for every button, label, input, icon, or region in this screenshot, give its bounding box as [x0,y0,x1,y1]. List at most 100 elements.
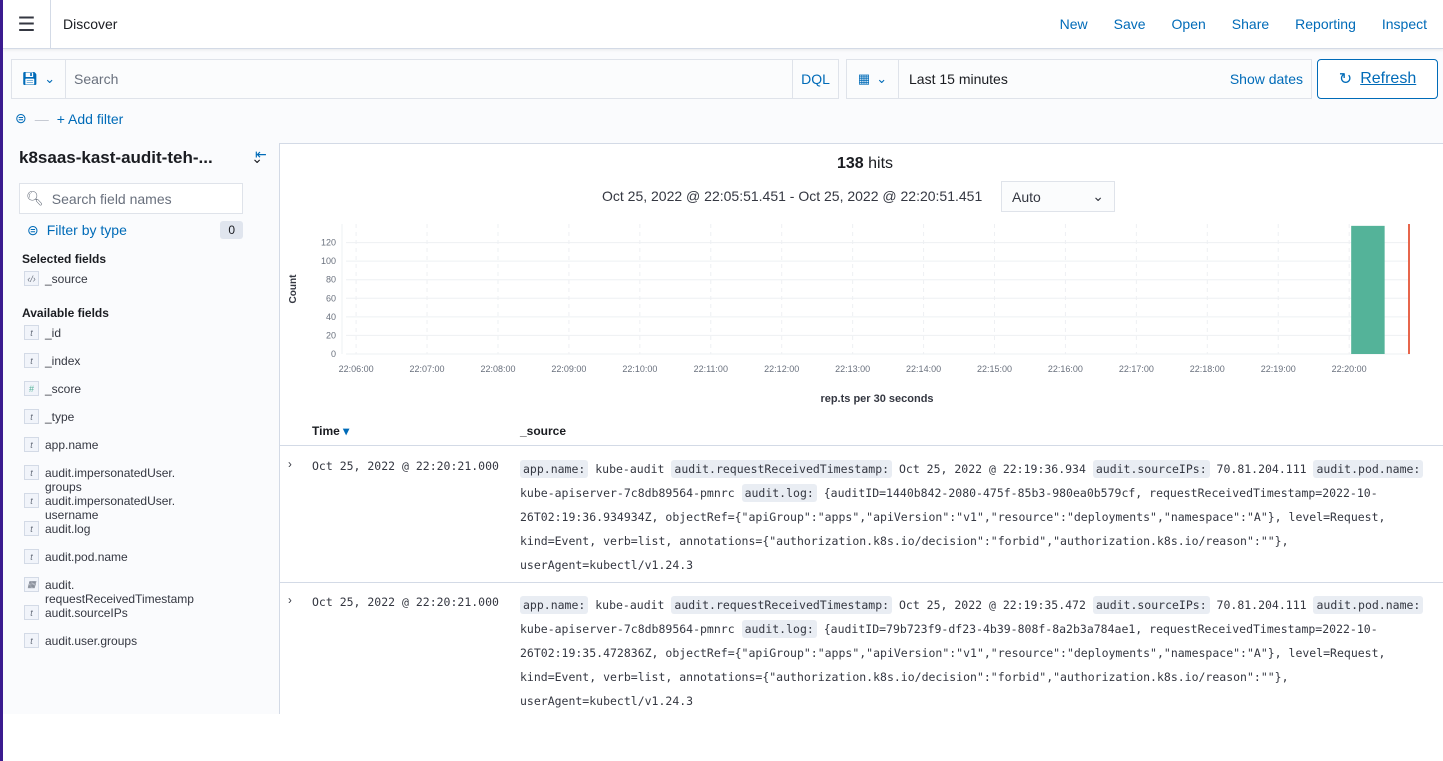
field-name: audit.log [45,522,91,536]
filter-by-type-button[interactable]: ⊜ Filter by type 0 [19,214,243,246]
filter-count-badge: 0 [220,221,243,239]
source-field-value: 70.81.204.111 [1209,598,1314,612]
field-item[interactable]: # _score [19,381,275,410]
string-type-icon: t [24,409,39,424]
show-dates-link[interactable]: Show dates [1230,71,1311,87]
row-timestamp: Oct 25, 2022 @ 22:20:21.000 [312,595,499,609]
row-source: app.name: kube-audit audit.requestReceiv… [520,457,1440,577]
x-tick-label: 22:18:00 [1190,364,1225,374]
hit-count: 138 hits [836,155,894,172]
number-type-icon: # [24,381,39,396]
available-fields-title: Available fields [22,306,109,320]
x-tick-label: 22:13:00 [835,364,870,374]
source-field-key: audit.pod.name: [1313,596,1424,614]
new-link[interactable]: New [1060,16,1088,32]
inspect-link[interactable]: Inspect [1382,16,1427,32]
selected-fields-title: Selected fields [22,252,107,266]
field-name: _index [45,354,81,368]
time-column-header[interactable]: Time ▾ [312,424,349,438]
page-title: Discover [63,16,118,32]
menu-icon[interactable]: ☰ [3,0,51,49]
divider: — [34,110,49,127]
string-type-icon: t [24,493,39,508]
share-link[interactable]: Share [1232,16,1269,32]
x-axis-label: rep.ts per 30 seconds [820,393,933,405]
field-item[interactable]: t audit.impersonatedUser. groups [19,465,275,494]
field-item[interactable]: t _id [19,325,275,354]
field-item[interactable]: t app.name [19,437,275,466]
time-range-label: Oct 25, 2022 @ 22:05:51.451 - Oct 25, 20… [602,188,983,204]
field-item[interactable]: t audit.impersonatedUser. username [19,493,275,522]
y-tick-label: 60 [326,293,336,303]
sort-down-icon: ▾ [343,424,350,438]
field-name: audit.pod.name [45,550,128,564]
index-pattern-selector[interactable]: k8saas-kast-audit-teh-... ⌄ [19,140,275,176]
x-tick-label: 22:17:00 [1119,364,1154,374]
field-name: _type [45,410,75,424]
expand-row-icon[interactable]: › [288,595,292,607]
search-input[interactable]: Search [66,71,792,87]
string-type-icon: t [24,437,39,452]
field-name: app.name [45,438,99,452]
calendar-icon: ▦ [857,71,871,86]
saved-query-button[interactable]: 💾︎ ⌄ [12,60,66,98]
field-name: audit.impersonatedUser. groups [45,466,176,494]
field-item[interactable]: t audit.sourceIPs [19,605,275,634]
x-tick-label: 22:16:00 [1048,364,1083,374]
refresh-button[interactable]: ↻ Refresh [1317,59,1438,99]
x-tick-label: 22:08:00 [480,364,515,374]
y-tick-label: 100 [321,256,336,266]
date-type-icon: ▦ [24,577,39,592]
field-item[interactable]: ▦ audit. requestReceivedTimestamp [19,577,275,606]
field-item[interactable]: t audit.pod.name [19,549,275,578]
reporting-link[interactable]: Reporting [1295,16,1356,32]
field-name: _score [45,382,82,396]
source-field-key: app.name: [520,596,589,614]
string-type-icon: t [24,353,39,368]
add-filter-button[interactable]: + Add filter [57,111,124,127]
source-field-key: audit.sourceIPs: [1092,460,1210,478]
x-tick-label: 22:19:00 [1261,364,1296,374]
x-tick-label: 22:20:00 [1332,364,1367,374]
source-field-key: audit.requestReceivedTimestamp: [671,596,893,614]
source-field-value: kube-apiserver-7c8db89564-pmnrc [520,486,742,500]
chevron-down-icon: ⌄ [251,149,263,166]
source-field-value: Oct 25, 2022 @ 22:19:35.472 [892,598,1093,612]
string-type-icon: t [24,465,39,480]
source-column-header: _source [520,424,567,438]
field-item[interactable]: t audit.log [19,521,275,550]
field-item[interactable]: t _type [19,409,275,438]
dql-toggle[interactable]: DQL [792,60,838,98]
x-tick-label: 22:14:00 [906,364,941,374]
filter-options-icon[interactable]: ⊜ [15,110,27,127]
source-field-value: 70.81.204.111 [1209,462,1314,476]
string-type-icon: t [24,549,39,564]
open-link[interactable]: Open [1172,16,1206,32]
search-icon: 🔍︎ [26,190,44,206]
table-row: › Oct 25, 2022 @ 22:20:21.000 app.name: ku… [280,447,1443,583]
expand-row-icon[interactable]: › [288,459,292,471]
x-tick-label: 22:07:00 [410,364,445,374]
field-search-input[interactable]: 🔍︎ Search field names [19,183,243,214]
window-border [0,714,3,761]
time-range[interactable]: Last 15 minutes [899,71,1230,87]
field-name: audit.sourceIPs [45,606,128,620]
x-tick-label: 22:12:00 [764,364,799,374]
interval-select[interactable]: Auto ⌄ [1001,181,1115,212]
field-item[interactable]: t _index [19,353,275,382]
x-tick-label: 22:06:00 [339,364,374,374]
field-item[interactable]: ‹/› _source [19,271,275,300]
string-type-icon: t [24,325,39,340]
x-tick-label: 22:15:00 [977,364,1012,374]
source-field-key: audit.sourceIPs: [1092,596,1210,614]
string-type-icon: t [24,633,39,648]
field-item[interactable]: t audit.user.groups [19,633,275,662]
y-tick-label: 120 [321,238,336,248]
time-picker: ▦ ⌄ Last 15 minutes Show dates [846,59,1312,99]
save-link[interactable]: Save [1114,16,1146,32]
quick-menu-button[interactable]: ▦ ⌄ [847,60,899,98]
x-tick-label: 22:11:00 [694,364,728,374]
chevron-down-icon: ⌄ [876,71,888,86]
y-tick-label: 0 [331,349,336,359]
histogram-bar [1351,225,1385,354]
